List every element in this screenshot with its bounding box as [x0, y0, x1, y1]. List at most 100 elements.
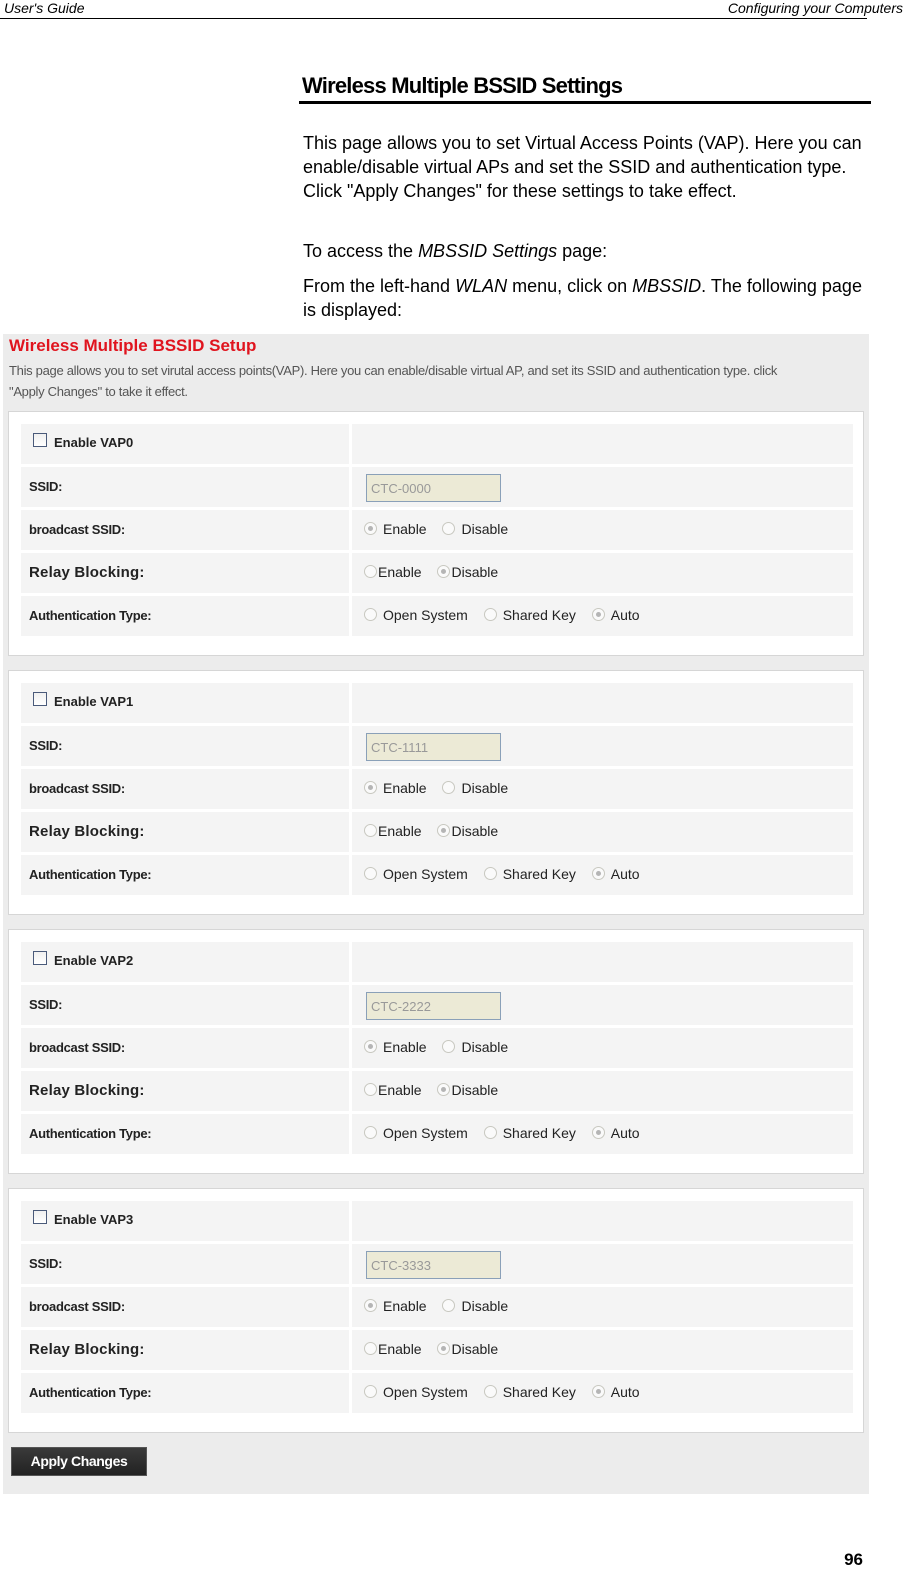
- radio-button-icon[interactable]: [364, 824, 377, 837]
- radio-button-icon[interactable]: [442, 781, 456, 794]
- authentication-type-row: Authentication Type: Open System Shared …: [21, 596, 853, 636]
- relay-blocking-label: Relay Blocking:: [29, 564, 145, 581]
- authentication-type-label: Authentication Type:: [29, 1385, 152, 1400]
- relay-disable-radio[interactable]: Disable: [437, 1082, 498, 1098]
- radio-button-icon[interactable]: [442, 1040, 456, 1053]
- radio-button-icon[interactable]: [442, 1299, 456, 1312]
- access-prefix: To access the: [303, 241, 419, 261]
- radio-button-icon[interactable]: [364, 565, 377, 578]
- relay-enable-radio[interactable]: Enable: [364, 823, 422, 839]
- relay-disable-radio[interactable]: Disable: [437, 823, 498, 839]
- radio-button-icon[interactable]: [364, 781, 377, 794]
- radio-button-icon[interactable]: [591, 867, 605, 880]
- radio-button-icon[interactable]: [364, 608, 377, 621]
- radio-button-icon[interactable]: [437, 1083, 451, 1096]
- auth-open-system-radio[interactable]: Open System: [364, 1125, 468, 1141]
- broadcast-disable-radio[interactable]: Disable: [442, 1039, 508, 1055]
- auth-auto-radio[interactable]: Auto: [591, 866, 640, 882]
- auth-shared-key-radio[interactable]: Shared Key: [483, 1125, 576, 1141]
- broadcast-ssid-radio-group: Enable Disable: [364, 1039, 520, 1055]
- broadcast-enable-radio[interactable]: Enable: [364, 521, 427, 537]
- relay-blocking-label: Relay Blocking:: [29, 1082, 145, 1099]
- auth-open-system-radio[interactable]: Open System: [364, 607, 468, 623]
- enable-vap-checkbox[interactable]: [33, 433, 47, 447]
- radio-button-icon[interactable]: [364, 1385, 377, 1398]
- relay-disable-radio[interactable]: Disable: [437, 564, 498, 580]
- auth-auto-radio[interactable]: Auto: [591, 1125, 640, 1141]
- nav-mid: menu, click on: [507, 276, 633, 296]
- radio-button-icon[interactable]: [483, 1385, 497, 1398]
- radio-button-icon[interactable]: [437, 824, 451, 837]
- relay-blocking-row: Relay Blocking: Enable Disable: [21, 1330, 853, 1370]
- enable-vap-checkbox[interactable]: [33, 951, 47, 965]
- broadcast-ssid-row: broadcast SSID: Enable Disable: [21, 510, 853, 550]
- broadcast-ssid-row: broadcast SSID: Enable Disable: [21, 769, 853, 809]
- radio-button-icon[interactable]: [437, 565, 451, 578]
- radio-button-icon[interactable]: [364, 1083, 377, 1096]
- radio-button-icon[interactable]: [437, 1342, 451, 1355]
- authentication-type-row: Authentication Type: Open System Shared …: [21, 1373, 853, 1413]
- radio-button-icon[interactable]: [364, 522, 377, 535]
- intro-paragraph: This page allows you to set Virtual Acce…: [303, 133, 862, 201]
- ssid-label: SSID:: [29, 479, 63, 494]
- enable-vap-checkbox[interactable]: [33, 692, 47, 706]
- section-title-divider: [299, 101, 871, 104]
- auth-open-system-radio[interactable]: Open System: [364, 1384, 468, 1400]
- broadcast-ssid-label: broadcast SSID:: [29, 1299, 125, 1314]
- auth-shared-key-radio[interactable]: Shared Key: [483, 607, 576, 623]
- ssid-label: SSID:: [29, 1256, 63, 1271]
- relay-enable-radio[interactable]: Enable: [364, 1341, 422, 1357]
- radio-button-icon[interactable]: [364, 1040, 377, 1053]
- apply-changes-button[interactable]: Apply Changes: [11, 1447, 147, 1476]
- broadcast-disable-radio[interactable]: Disable: [442, 1298, 508, 1314]
- relay-enable-radio[interactable]: Enable: [364, 1082, 422, 1098]
- relay-blocking-label: Relay Blocking:: [29, 823, 145, 840]
- ssid-row: SSID:: [21, 726, 853, 766]
- header-section-title: Configuring your Computers: [727, 0, 903, 16]
- ssid-input[interactable]: [366, 992, 501, 1020]
- broadcast-enable-radio[interactable]: Enable: [364, 1298, 427, 1314]
- broadcast-ssid-label: broadcast SSID:: [29, 522, 125, 537]
- broadcast-disable-radio[interactable]: Disable: [442, 780, 508, 796]
- mbssid-setup-screenshot: Wireless Multiple BSSID Setup This page …: [3, 334, 869, 1494]
- auth-open-system-radio[interactable]: Open System: [364, 866, 468, 882]
- broadcast-enable-radio[interactable]: Enable: [364, 780, 427, 796]
- radio-button-icon[interactable]: [591, 1126, 605, 1139]
- radio-button-icon[interactable]: [442, 522, 456, 535]
- broadcast-enable-radio[interactable]: Enable: [364, 1039, 427, 1055]
- ssid-label: SSID:: [29, 997, 63, 1012]
- radio-button-icon[interactable]: [364, 1126, 377, 1139]
- broadcast-ssid-row: broadcast SSID: Enable Disable: [21, 1287, 853, 1327]
- radio-button-icon[interactable]: [483, 608, 497, 621]
- auth-auto-radio[interactable]: Auto: [591, 1384, 640, 1400]
- auth-auto-radio[interactable]: Auto: [591, 607, 640, 623]
- relay-blocking-row: Relay Blocking: Enable Disable: [21, 1071, 853, 1111]
- authentication-type-radio-group: Open System Shared Key Auto: [364, 1384, 652, 1400]
- header-guide-title: User's Guide: [4, 0, 85, 16]
- nav-item-name: MBSSID: [632, 276, 702, 296]
- radio-button-icon[interactable]: [483, 1126, 497, 1139]
- authentication-type-radio-group: Open System Shared Key Auto: [364, 607, 652, 623]
- enable-vap-row: Enable VAP2: [21, 942, 853, 982]
- nav-menu-name: WLAN: [455, 276, 508, 296]
- auth-shared-key-radio[interactable]: Shared Key: [483, 1384, 576, 1400]
- auth-shared-key-radio[interactable]: Shared Key: [483, 866, 576, 882]
- vap-panel: Enable VAP1 SSID: broadcast SSID: Enable…: [8, 670, 864, 915]
- relay-blocking-radio-group: Enable Disable: [364, 823, 510, 839]
- authentication-type-label: Authentication Type:: [29, 1126, 152, 1141]
- radio-button-icon[interactable]: [591, 608, 605, 621]
- enable-vap-checkbox[interactable]: [33, 1210, 47, 1224]
- ssid-input[interactable]: [366, 733, 501, 761]
- relay-blocking-row: Relay Blocking: Enable Disable: [21, 553, 853, 593]
- radio-button-icon[interactable]: [591, 1385, 605, 1398]
- radio-button-icon[interactable]: [364, 867, 377, 880]
- broadcast-disable-radio[interactable]: Disable: [442, 521, 508, 537]
- ssid-input[interactable]: [366, 1251, 501, 1279]
- relay-enable-radio[interactable]: Enable: [364, 564, 422, 580]
- ssid-input[interactable]: [366, 474, 501, 502]
- relay-disable-radio[interactable]: Disable: [437, 1341, 498, 1357]
- authentication-type-label: Authentication Type:: [29, 867, 152, 882]
- radio-button-icon[interactable]: [364, 1299, 377, 1312]
- radio-button-icon[interactable]: [364, 1342, 377, 1355]
- radio-button-icon[interactable]: [483, 867, 497, 880]
